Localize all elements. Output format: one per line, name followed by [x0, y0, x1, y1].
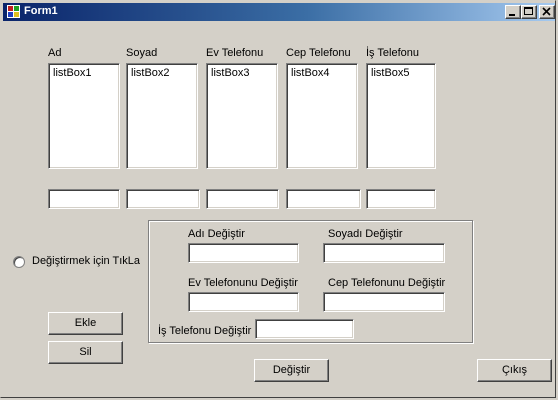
window-title: Form1: [24, 5, 58, 17]
listbox-cep-telefonu[interactable]: listBox4: [286, 63, 358, 169]
listbox-item[interactable]: listBox3: [211, 67, 250, 79]
listbox-item[interactable]: listBox1: [53, 67, 92, 79]
ad-input[interactable]: [48, 189, 120, 209]
work-phone-change-input[interactable]: [255, 319, 354, 339]
minimize-button[interactable]: [505, 5, 521, 19]
mobile-phone-change-label: Cep Telefonunu Değiştir: [328, 277, 446, 289]
listbox-ev-telefonu[interactable]: listBox3: [206, 63, 278, 169]
listbox-ad[interactable]: listBox1: [48, 63, 120, 169]
listbox-item[interactable]: listBox2: [131, 67, 170, 79]
home-phone-change-label: Ev Telefonunu Değiştir: [188, 277, 298, 289]
surname-change-input[interactable]: [323, 243, 445, 263]
maximize-button[interactable]: [521, 5, 537, 19]
change-radio-label[interactable]: Değiştirmek için TıkLa: [32, 255, 140, 267]
close-button[interactable]: [539, 5, 555, 19]
ev-telefonu-header: Ev Telefonu: [206, 47, 264, 59]
maximize-icon: [524, 7, 533, 15]
change-radio[interactable]: [13, 256, 25, 268]
surname-change-label: Soyadı Değiştir: [328, 228, 403, 240]
listbox-is-telefonu[interactable]: listBox5: [366, 63, 436, 169]
is-telefonu-input[interactable]: [366, 189, 436, 209]
name-change-input[interactable]: [188, 243, 299, 263]
add-button[interactable]: Ekle: [48, 312, 123, 335]
close-icon: [542, 7, 551, 16]
title-bar[interactable]: Form1: [3, 3, 555, 21]
cep-telefonu-header: Cep Telefonu: [286, 47, 351, 59]
delete-button[interactable]: Sil: [48, 341, 123, 364]
main-window: Form1 Ad Soyad Ev Telefonu Cep Telefonu …: [0, 0, 556, 398]
work-phone-change-label: İş Telefonu Değiştir: [158, 325, 252, 337]
listbox-soyad[interactable]: listBox2: [126, 63, 198, 169]
soyad-input[interactable]: [126, 189, 200, 209]
cep-telefonu-input[interactable]: [286, 189, 361, 209]
mobile-phone-change-input[interactable]: [323, 292, 445, 312]
ev-telefonu-input[interactable]: [206, 189, 279, 209]
listbox-item[interactable]: listBox5: [371, 67, 410, 79]
exit-button[interactable]: Çıkış: [477, 359, 552, 382]
listbox-item[interactable]: listBox4: [291, 67, 330, 79]
name-change-label: Adı Değiştir: [188, 228, 245, 240]
ad-header: Ad: [48, 47, 62, 59]
app-icon: [7, 5, 20, 18]
home-phone-change-input[interactable]: [188, 292, 299, 312]
change-button[interactable]: Değiştir: [254, 359, 329, 382]
minimize-icon: [509, 14, 515, 16]
soyad-header: Soyad: [126, 47, 158, 59]
is-telefonu-header: İş Telefonu: [366, 47, 420, 59]
